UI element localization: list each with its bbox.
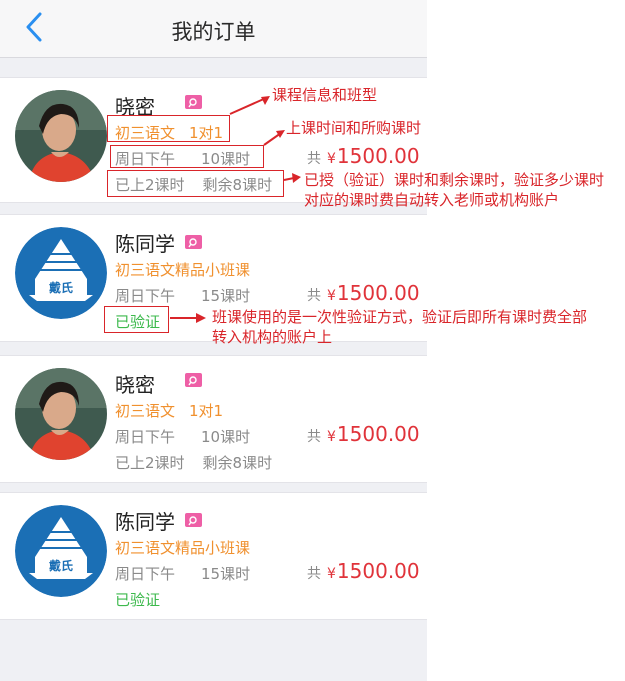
annotation-box-time xyxy=(110,145,264,168)
total-prefix: 共 xyxy=(307,429,321,445)
annotation-box-verified xyxy=(104,306,169,333)
course-info: 初三语文精品小班课 xyxy=(115,537,250,558)
class-hours: 15课时 xyxy=(201,565,251,583)
nav-bar: 我的订单 xyxy=(0,0,427,58)
class-hours: 10课时 xyxy=(201,428,251,446)
currency-symbol: ¥ xyxy=(327,151,336,167)
lessons-remaining: 剩余8课时 xyxy=(202,454,273,472)
course-name: 初三语文精品小班课 xyxy=(115,539,251,557)
search-icon[interactable] xyxy=(185,513,202,527)
class-time: 周日下午 xyxy=(115,565,176,583)
total-prefix: 共 xyxy=(307,151,321,167)
price-value: 1500.00 xyxy=(336,144,420,168)
teacher-avatar xyxy=(15,368,107,460)
annotation-progress-2: 对应的课时费自动转入老师或机构账户 xyxy=(304,191,560,209)
search-icon[interactable] xyxy=(185,373,202,387)
search-icon[interactable] xyxy=(185,95,202,109)
currency-symbol: ¥ xyxy=(327,566,336,582)
status-badge: 已验证 xyxy=(115,591,161,609)
course-name: 初三语文 xyxy=(115,402,176,420)
class-time: 周日下午 xyxy=(115,428,176,446)
annotation-class-time: 上课时间和所购课时 xyxy=(286,119,422,137)
currency-symbol: ¥ xyxy=(327,429,336,445)
teacher-avatar xyxy=(15,90,107,182)
course-info: 初三语文精品小班课 xyxy=(115,259,250,280)
class-schedule: 周日下午 15课时 xyxy=(115,563,250,584)
order-total: 共 ¥1500.00 xyxy=(307,422,420,446)
annotation-box-progress xyxy=(107,170,284,197)
order-total: 共 ¥1500.00 xyxy=(307,559,420,583)
course-name: 初三语文精品小班课 xyxy=(115,261,251,279)
price-value: 1500.00 xyxy=(336,422,420,446)
currency-symbol: ¥ xyxy=(327,288,336,304)
logo-text: 戴氏 xyxy=(49,558,73,573)
annotation-verify-2: 转入机构的账户上 xyxy=(212,328,333,346)
student-name: 晓密 xyxy=(115,373,155,397)
price-value: 1500.00 xyxy=(336,281,420,305)
class-hours: 15课时 xyxy=(201,287,251,305)
student-name: 陈同学 xyxy=(115,232,175,256)
annotation-box-course xyxy=(107,115,230,142)
school-logo: 戴氏 xyxy=(15,227,107,319)
lesson-progress: 已上2课时 剩余8课时 xyxy=(115,452,272,473)
student-name: 陈同学 xyxy=(115,510,175,534)
annotation-verify-1: 班课使用的是一次性验证方式，验证后即所有课时费全部 xyxy=(212,308,588,326)
price-value: 1500.00 xyxy=(336,559,420,583)
order-card[interactable]: 戴氏 陈同学 初三语文精品小班课 周日下午 15课时 共 ¥1500.00 已验证 xyxy=(0,492,427,620)
annotation-course-info: 课程信息和班型 xyxy=(272,86,378,104)
order-card[interactable]: 晓密 初三语文 1对1 周日下午 10课时 共 ¥1500.00 已上2课时 剩余8课时 xyxy=(0,355,427,483)
search-icon[interactable] xyxy=(185,235,202,249)
page-title: 我的订单 xyxy=(171,20,256,44)
annotation-progress-1: 已授（验证）课时和剩余课时，验证多少课时 xyxy=(304,171,605,189)
order-total: 共 ¥1500.00 xyxy=(307,281,420,305)
class-schedule: 周日下午 15课时 xyxy=(115,285,250,306)
course-info: 初三语文 1对1 xyxy=(115,400,223,421)
total-prefix: 共 xyxy=(307,566,321,582)
class-schedule: 周日下午 10课时 xyxy=(115,426,250,447)
class-time: 周日下午 xyxy=(115,287,176,305)
total-prefix: 共 xyxy=(307,288,321,304)
order-total: 共 ¥1500.00 xyxy=(307,144,420,168)
logo-text: 戴氏 xyxy=(49,280,73,295)
class-type: 1对1 xyxy=(189,402,224,420)
school-logo: 戴氏 xyxy=(15,505,107,597)
lessons-done: 已上2课时 xyxy=(115,454,185,472)
